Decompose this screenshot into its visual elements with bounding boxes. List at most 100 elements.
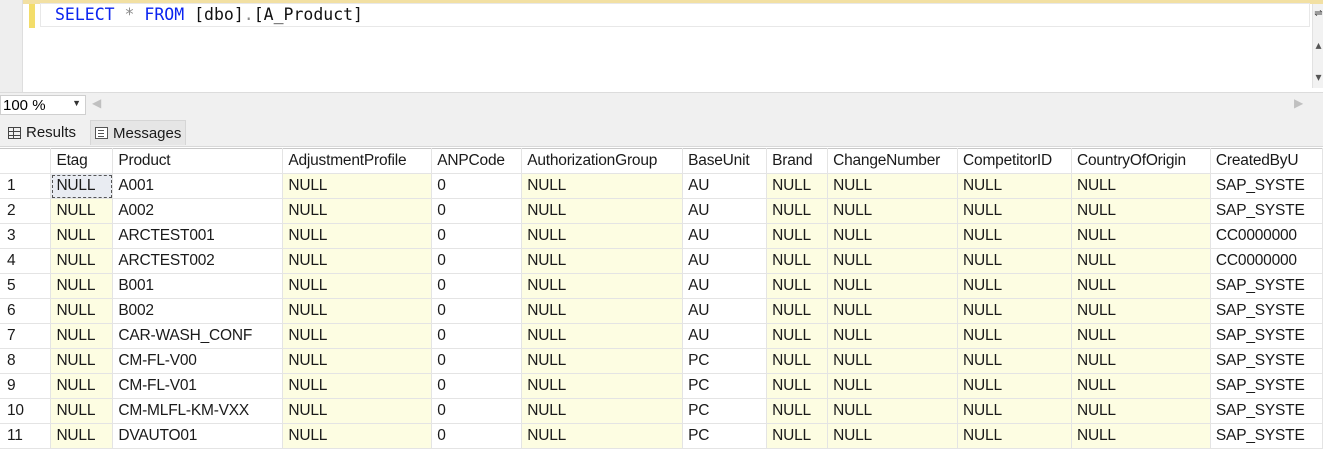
grid-cell[interactable]: NULL	[282, 373, 433, 399]
grid-cell[interactable]: 0	[431, 273, 523, 299]
grid-cell[interactable]: NULL	[521, 173, 684, 199]
column-header[interactable]: AuthorizationGroup	[521, 148, 684, 174]
grid-cell[interactable]: NULL	[827, 373, 959, 399]
table-row[interactable]: 2 NULL A002 NULL 0 NULL AU NULL NULL NULL NULL SAP_…	[0, 198, 1323, 224]
grid-cell[interactable]: PC	[682, 423, 768, 449]
query-editor[interactable]: SELECT * FROM [dbo].[A_Product] ⇌ ▴ ▾	[0, 0, 1323, 92]
grid-cell[interactable]: SAP_SYSTE	[1210, 173, 1323, 199]
grid-cell[interactable]: NULL	[282, 273, 433, 299]
grid-cell[interactable]: NULL	[282, 198, 433, 224]
grid-cell[interactable]: NULL	[957, 198, 1072, 224]
column-header[interactable]: Etag	[50, 148, 114, 174]
grid-cell[interactable]: NULL	[1071, 348, 1211, 374]
grid-cell[interactable]: NULL	[827, 423, 959, 449]
grid-cell[interactable]: NULL	[282, 323, 433, 349]
grid-cell[interactable]: AU	[682, 223, 768, 249]
grid-cell[interactable]: 0	[431, 248, 523, 274]
grid-cell[interactable]: B002	[112, 298, 284, 324]
column-header[interactable]: Product	[112, 148, 284, 174]
grid-cell[interactable]: NULL	[827, 248, 959, 274]
grid-cell[interactable]: SAP_SYSTE	[1210, 373, 1323, 399]
grid-cell[interactable]: NULL	[50, 398, 114, 424]
grid-cell[interactable]: NULL	[957, 323, 1072, 349]
grid-cell[interactable]: 0	[431, 298, 523, 324]
grid-cell[interactable]: NULL	[957, 348, 1072, 374]
grid-cell[interactable]: PC	[682, 348, 768, 374]
grid-cell[interactable]: NULL	[766, 323, 829, 349]
grid-cell[interactable]: NULL	[50, 348, 114, 374]
grid-cell[interactable]: NULL	[521, 223, 684, 249]
grid-cell[interactable]: NULL	[827, 398, 959, 424]
grid-cell[interactable]: NULL	[957, 273, 1072, 299]
grid-cell[interactable]: SAP_SYSTE	[1210, 423, 1323, 449]
row-number[interactable]: 1	[0, 173, 52, 199]
column-header[interactable]: ChangeNumber	[827, 148, 959, 174]
grid-cell[interactable]: CM-FL-V00	[112, 348, 284, 374]
column-header[interactable]: BaseUnit	[682, 148, 768, 174]
grid-cell[interactable]: NULL	[827, 273, 959, 299]
grid-cell[interactable]: NULL	[282, 348, 433, 374]
row-number[interactable]: 11	[0, 423, 52, 449]
grid-cell[interactable]: NULL	[827, 323, 959, 349]
grid-cell[interactable]: SAP_SYSTE	[1210, 323, 1323, 349]
grid-cell[interactable]: ARCTEST002	[112, 248, 284, 274]
grid-cell[interactable]: AU	[682, 248, 768, 274]
grid-cell[interactable]: NULL	[766, 273, 829, 299]
grid-cell[interactable]: CM-MLFL-KM-VXX	[112, 398, 284, 424]
grid-cell[interactable]: AU	[682, 323, 768, 349]
table-row[interactable]: 11 NULL DVAUTO01 NULL 0 NULL PC NULL NULL NULL NUL…	[0, 423, 1323, 449]
grid-cell[interactable]: CC0000000	[1210, 223, 1323, 249]
grid-cell[interactable]: CM-FL-V01	[112, 373, 284, 399]
editor-vertical-scrollbar[interactable]: ⇌ ▴ ▾	[1312, 4, 1323, 88]
grid-cell[interactable]: A002	[112, 198, 284, 224]
grid-cell[interactable]: NULL	[957, 248, 1072, 274]
column-header[interactable]: Brand	[766, 148, 829, 174]
grid-cell[interactable]: AU	[682, 198, 768, 224]
grid-cell[interactable]: NULL	[521, 373, 684, 399]
row-number[interactable]: 8	[0, 348, 52, 374]
row-number[interactable]: 2	[0, 198, 52, 224]
row-number[interactable]: 5	[0, 273, 52, 299]
grid-cell[interactable]: NULL	[827, 298, 959, 324]
grid-cell[interactable]: NULL	[50, 323, 114, 349]
grid-cell[interactable]: NULL	[1071, 398, 1211, 424]
grid-cell[interactable]: NULL	[282, 248, 433, 274]
grid-cell[interactable]: NULL	[1071, 373, 1211, 399]
scroll-left-icon[interactable]: ◀	[92, 96, 101, 110]
grid-cell[interactable]: NULL	[50, 373, 114, 399]
column-header[interactable]: CountryOfOrigin	[1071, 148, 1211, 174]
grid-cell[interactable]: NULL	[957, 173, 1072, 199]
grid-cell[interactable]: NULL	[766, 298, 829, 324]
grid-cell[interactable]: CC0000000	[1210, 248, 1323, 274]
results-grid[interactable]: Etag Product AdjustmentProfile ANPCode Autho…	[0, 148, 1323, 449]
grid-cell[interactable]: NULL	[521, 248, 684, 274]
grid-cell[interactable]: NULL	[766, 348, 829, 374]
grid-cell[interactable]: 0	[431, 223, 523, 249]
grid-cell[interactable]: NULL	[521, 298, 684, 324]
grid-cell[interactable]: B001	[112, 273, 284, 299]
row-number[interactable]: 6	[0, 298, 52, 324]
grid-cell[interactable]: DVAUTO01	[112, 423, 284, 449]
grid-cell[interactable]: SAP_SYSTE	[1210, 398, 1323, 424]
grid-cell[interactable]: NULL	[50, 223, 114, 249]
grid-cell[interactable]: NULL	[521, 323, 684, 349]
grid-cell[interactable]: NULL	[827, 198, 959, 224]
grid-cell[interactable]: NULL	[827, 223, 959, 249]
tab-messages[interactable]: Messages	[90, 120, 187, 145]
table-row[interactable]: 9 NULL CM-FL-V01 NULL 0 NULL PC NULL NULL NULL NUL…	[0, 373, 1323, 399]
grid-cell[interactable]: NULL	[282, 398, 433, 424]
grid-cell[interactable]: NULL	[766, 198, 829, 224]
grid-cell[interactable]: 0	[431, 173, 523, 199]
grid-cell[interactable]: NULL	[957, 373, 1072, 399]
table-row[interactable]: 4 NULL ARCTEST002 NULL 0 NULL AU NULL NULL NULL NU…	[0, 248, 1323, 274]
grid-cell[interactable]: 0	[431, 423, 523, 449]
table-row[interactable]: 6 NULL B002 NULL 0 NULL AU NULL NULL NULL NULL SAP_…	[0, 298, 1323, 324]
grid-cell[interactable]: NULL	[50, 273, 114, 299]
grid-cell[interactable]: NULL	[521, 198, 684, 224]
row-number[interactable]: 3	[0, 223, 52, 249]
grid-cell[interactable]: 0	[431, 198, 523, 224]
grid-cell[interactable]: NULL	[766, 423, 829, 449]
grid-cell[interactable]: NULL	[957, 398, 1072, 424]
row-number[interactable]: 9	[0, 373, 52, 399]
row-number-header[interactable]	[0, 148, 52, 174]
